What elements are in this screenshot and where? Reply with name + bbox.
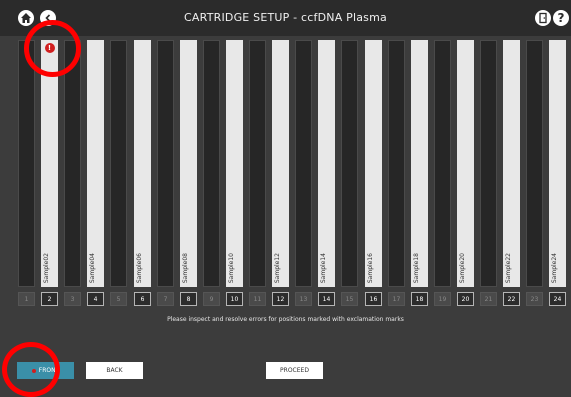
position-number-16[interactable]: 16: [365, 292, 382, 306]
lane-sample-label: Sample20: [459, 252, 466, 283]
lane-sample-label: Sample18: [413, 252, 420, 283]
cartridge-lane-18[interactable]: Sample18: [411, 40, 428, 287]
cartridge-lane-3[interactable]: [64, 40, 81, 287]
cartridge-lane-21[interactable]: [480, 40, 497, 287]
position-number-19[interactable]: 19: [434, 292, 451, 306]
position-number-6[interactable]: 6: [134, 292, 151, 306]
front-button-label: FRONT: [38, 367, 60, 374]
position-number-12[interactable]: 12: [272, 292, 289, 306]
error-exclamation-icon: !: [44, 43, 55, 53]
cartridge-lane-2[interactable]: Sample02!: [41, 40, 58, 287]
position-number-11[interactable]: 11: [249, 292, 266, 306]
cartridge-lane-20[interactable]: Sample20: [457, 40, 474, 287]
back-button[interactable]: BACK: [86, 362, 143, 379]
cartridge-lane-13[interactable]: [295, 40, 312, 287]
position-number-7[interactable]: 7: [157, 292, 174, 306]
position-number-20[interactable]: 20: [457, 292, 474, 306]
cartridge-lane-5[interactable]: [110, 40, 127, 287]
cartridge-lane-11[interactable]: [249, 40, 266, 287]
lane-sample-label: Sample14: [320, 252, 327, 283]
position-number-18[interactable]: 18: [411, 292, 428, 306]
cartridge-lane-8[interactable]: Sample08: [180, 40, 197, 287]
cartridge-lane-24[interactable]: Sample24: [549, 40, 566, 287]
lane-sample-label: Sample10: [228, 252, 235, 283]
cartridge-lane-23[interactable]: [526, 40, 543, 287]
lane-sample-label: Sample24: [551, 252, 558, 283]
cartridge-lane-14[interactable]: Sample14: [318, 40, 335, 287]
cartridge-lane-12[interactable]: Sample12: [272, 40, 289, 287]
error-dot-icon: [31, 368, 36, 373]
position-number-17[interactable]: 17: [388, 292, 405, 306]
position-number-15[interactable]: 15: [341, 292, 358, 306]
cartridge-lane-15[interactable]: [341, 40, 358, 287]
front-button[interactable]: FRONT: [17, 362, 74, 379]
position-number-14[interactable]: 14: [318, 292, 335, 306]
cartridge-lane-1[interactable]: [18, 40, 35, 287]
position-number-3[interactable]: 3: [64, 292, 81, 306]
lane-sample-label: Sample22: [505, 252, 512, 283]
cartridge-lane-6[interactable]: Sample06: [134, 40, 151, 287]
cartridge-lane-10[interactable]: Sample10: [226, 40, 243, 287]
cartridge-lane-7[interactable]: [157, 40, 174, 287]
lane-sample-label: Sample16: [367, 252, 374, 283]
lane-sample-label: Sample12: [274, 252, 281, 283]
cartridge-lane-22[interactable]: Sample22: [503, 40, 520, 287]
position-number-10[interactable]: 10: [226, 292, 243, 306]
position-number-8[interactable]: 8: [180, 292, 197, 306]
cartridge-lane-4[interactable]: Sample04: [87, 40, 104, 287]
position-number-1[interactable]: 1: [18, 292, 35, 306]
cartridge-lane-9[interactable]: [203, 40, 220, 287]
position-number-4[interactable]: 4: [87, 292, 104, 306]
position-number-13[interactable]: 13: [295, 292, 312, 306]
error-instruction-message: Please inspect and resolve errors for po…: [167, 316, 404, 323]
proceed-button-label: PROCEED: [280, 367, 309, 374]
cartridge-lane-19[interactable]: [434, 40, 451, 287]
cartridge-lanes: 1 Sample02! 2 3 Sample04 4 5 Sample06 6 7 Sample08…: [0, 0, 571, 306]
position-number-22[interactable]: 22: [503, 292, 520, 306]
back-button-label: BACK: [106, 367, 123, 374]
position-number-24[interactable]: 24: [549, 292, 566, 306]
position-number-23[interactable]: 23: [526, 292, 543, 306]
position-number-2[interactable]: 2: [41, 292, 58, 306]
lane-sample-label: Sample06: [136, 252, 143, 283]
proceed-button[interactable]: PROCEED: [266, 362, 323, 379]
position-number-5[interactable]: 5: [110, 292, 127, 306]
lane-sample-label: Sample04: [89, 252, 96, 283]
cartridge-lane-16[interactable]: Sample16: [365, 40, 382, 287]
position-number-9[interactable]: 9: [203, 292, 220, 306]
position-number-21[interactable]: 21: [480, 292, 497, 306]
lane-sample-label: Sample02: [43, 252, 50, 283]
lane-sample-label: Sample08: [182, 252, 189, 283]
cartridge-lane-17[interactable]: [388, 40, 405, 287]
